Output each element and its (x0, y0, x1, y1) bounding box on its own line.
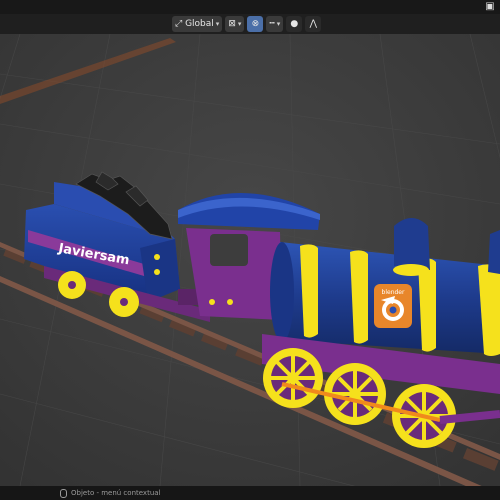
blender-logo-badge: blender (374, 284, 412, 328)
tender-wheel (109, 287, 139, 317)
snap-target-icon: ┅ (269, 19, 275, 29)
status-hint: Objeto - menú contextual (71, 489, 161, 497)
viewport-header: ▣ ⤢ Global ▾ ⊠ ▾ ⊗ ┅ ▾ ● ⋀ (0, 0, 500, 34)
3d-viewport[interactable]: Javiersam blender (0, 34, 500, 486)
transform-orientation-icon: ⤢ (175, 19, 183, 29)
cab-bolt (227, 299, 233, 305)
cab-bolt (209, 299, 215, 305)
view-icon[interactable]: ▣ (484, 1, 496, 13)
mouse-icon (60, 488, 67, 498)
falloff-dropdown[interactable]: ⋀ (305, 16, 322, 32)
steam-dome-ring (393, 264, 429, 276)
transform-orientation-dropdown[interactable]: ⤢ Global ▾ (172, 16, 223, 32)
chevron-down-icon: ▾ (276, 20, 281, 28)
chevron-down-icon: ▾ (237, 20, 242, 28)
logo-text: blender (382, 289, 405, 296)
orientation-label: Global (185, 19, 214, 29)
snap-toggle[interactable]: ⊗ (247, 16, 264, 32)
proportional-editing-toggle[interactable]: ● (286, 16, 303, 32)
proportional-editing-icon: ● (290, 19, 299, 29)
boiler-back (270, 242, 294, 342)
cab-window (210, 234, 248, 266)
falloff-curve-icon: ⋀ (309, 19, 317, 29)
steam-dome (394, 218, 430, 270)
tender-wheel (58, 271, 86, 299)
pivot-point-icon: ⊠ (228, 19, 236, 29)
tender-bolt (154, 269, 160, 275)
tender-bolt (154, 254, 160, 260)
snap-target-dropdown[interactable]: ┅ ▾ (266, 16, 284, 32)
top-strip (0, 0, 500, 14)
scene-render: Javiersam blender (0, 34, 500, 486)
viewport-header-tools: ⤢ Global ▾ ⊠ ▾ ⊗ ┅ ▾ ● ⋀ (172, 15, 322, 33)
drive-wheel (263, 348, 323, 408)
status-bar: Objeto - menú contextual (0, 486, 500, 500)
blender-window: ▣ ⤢ Global ▾ ⊠ ▾ ⊗ ┅ ▾ ● ⋀ Javiersam ble… (0, 0, 500, 500)
pivot-point-dropdown[interactable]: ⊠ ▾ (225, 16, 245, 32)
snap-icon: ⊗ (251, 19, 260, 29)
chevron-down-icon: ▾ (215, 20, 220, 28)
